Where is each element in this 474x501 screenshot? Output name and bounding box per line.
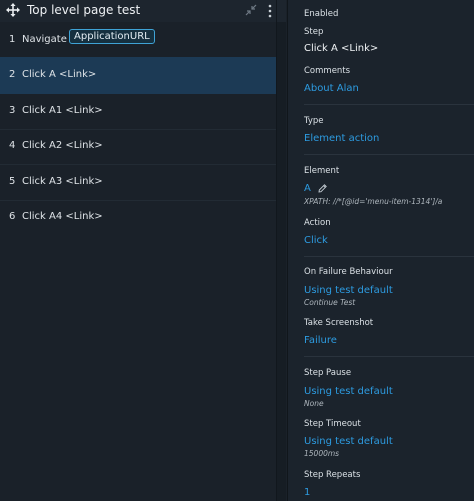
step-label: Click A2 <Link>: [22, 140, 103, 151]
step-row-6[interactable]: 6 Click A4 <Link>: [0, 199, 276, 235]
section-divider: [304, 256, 474, 257]
move-icon[interactable]: [6, 3, 20, 17]
edit-element-icon[interactable]: [318, 184, 327, 193]
action-value[interactable]: Click: [304, 235, 328, 246]
step-pause-label: Step Pause: [304, 368, 352, 378]
action-label: Action: [304, 218, 331, 228]
section-divider: [304, 154, 474, 155]
element-xpath: XPATH: //*[@id='menu-item-1314']/a: [304, 197, 443, 206]
step-number: 3: [9, 105, 16, 116]
step-repeats-value[interactable]: 1: [304, 487, 310, 498]
step-timeout-label: Step Timeout: [304, 419, 361, 429]
enabled-label[interactable]: Enabled: [304, 9, 338, 19]
application-url-tag[interactable]: ApplicationURL: [69, 29, 155, 44]
element-label: Element: [304, 166, 340, 176]
step-row-2[interactable]: 2 Click A <Link>: [0, 57, 276, 94]
step-label: Click A3 <Link>: [22, 176, 103, 187]
step-number: 2: [9, 69, 16, 80]
step-pause-sub: None: [304, 399, 324, 408]
take-screenshot-label: Take Screenshot: [304, 318, 374, 328]
step-label: Click A <Link>: [22, 69, 97, 80]
on-failure-value[interactable]: Using test default: [304, 285, 393, 296]
step-row-3[interactable]: 3 Click A1 <Link>: [0, 93, 276, 130]
panel-header: Top level page test: [0, 0, 286, 22]
step-row-5[interactable]: 5 Click A3 <Link>: [0, 164, 276, 201]
on-failure-label: On Failure Behaviour: [304, 267, 393, 277]
comments-label: Comments: [304, 66, 351, 76]
collapse-icon[interactable]: [245, 4, 257, 16]
step-timeout-value[interactable]: Using test default: [304, 436, 393, 447]
step-timeout-sub: 15000ms: [304, 449, 340, 458]
comments-value[interactable]: About Alan: [304, 83, 359, 94]
test-steps-panel: Top level page test 1 Navigate to Applic…: [0, 0, 286, 501]
step-row-4[interactable]: 4 Click A2 <Link>: [0, 128, 276, 165]
section-divider: [304, 356, 474, 357]
step-number: 1: [9, 34, 16, 45]
section-divider: [304, 104, 474, 105]
step-repeats-label: Step Repeats: [304, 470, 361, 480]
panel-scrollbar[interactable]: [277, 22, 286, 501]
step-number: 5: [9, 176, 16, 187]
step-field-value[interactable]: Click A <Link>: [304, 43, 378, 54]
step-pause-value[interactable]: Using test default: [304, 386, 393, 397]
step-number: 4: [9, 140, 16, 151]
more-options-icon[interactable]: [265, 3, 275, 19]
step-label: Click A4 <Link>: [22, 211, 103, 222]
take-screenshot-value[interactable]: Failure: [304, 335, 337, 346]
step-label: Click A1 <Link>: [22, 105, 103, 116]
page-title: Top level page test: [27, 3, 141, 17]
element-value[interactable]: A: [304, 183, 311, 194]
step-row-1[interactable]: 1 Navigate to ApplicationURL: [0, 22, 276, 59]
step-number: 6: [9, 211, 16, 222]
step-details-panel: Enabled Step Click A <Link> Comments Abo…: [287, 0, 474, 501]
type-label: Type: [304, 116, 324, 126]
type-value[interactable]: Element action: [304, 133, 379, 144]
on-failure-sub: Continue Test: [304, 298, 356, 307]
step-field-label: Step: [304, 27, 324, 37]
